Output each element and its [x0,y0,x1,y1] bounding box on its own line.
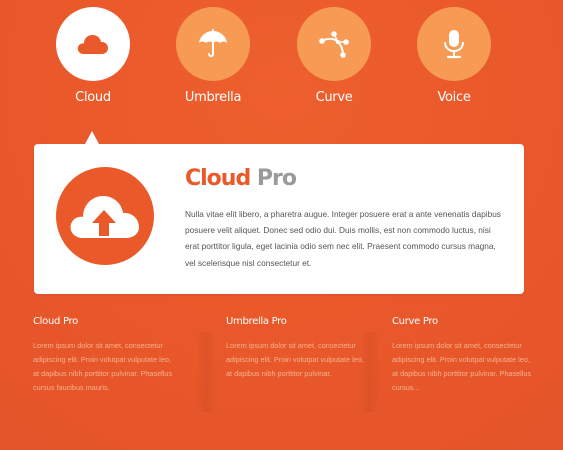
panel-title: Cloud Pro [185,166,297,191]
tab-voice-label: Voice [437,90,471,105]
column-title: Cloud Pro [33,316,78,327]
microphone-icon [442,28,466,60]
tab-umbrella-circle [176,7,250,81]
tab-umbrella[interactable]: Umbrella [176,7,250,117]
tab-curve[interactable]: Curve [297,7,371,117]
column-text: Lorem ipsum dolor sit amet, consectetur … [392,341,532,392]
column-divider [196,332,216,412]
tab-cloud-circle [56,7,130,81]
column-divider [360,332,380,412]
tab-cloud-label: Cloud [75,90,111,105]
feature-tabs: Cloud Umbrella Curve Voice [0,0,563,130]
curve-icon [318,28,350,60]
column-curve-pro: Curve Pro Lorem ipsum dolor sit amet, co… [392,316,534,395]
column-umbrella-pro: Umbrella Pro Lorem ipsum dolor sit amet,… [226,316,368,381]
column-text: Lorem ipsum dolor sit amet, consectetur … [226,341,364,378]
tab-umbrella-label: Umbrella [184,90,242,105]
column-cloud-pro: Cloud Pro Lorem ipsum dolor sit amet, co… [33,316,175,395]
feature-panel: Cloud Pro Nulla vitae elit libero, a pha… [34,131,524,294]
tab-voice[interactable]: Voice [417,7,491,117]
column-title: Umbrella Pro [226,316,287,327]
column-text: Lorem ipsum dolor sit amet, consectetur … [33,341,173,392]
feature-columns: Cloud Pro Lorem ipsum dolor sit amet, co… [0,316,563,450]
panel-title-main: Cloud [185,166,251,191]
tab-curve-label: Curve [315,90,353,105]
column-title: Curve Pro [392,316,438,327]
tab-voice-circle [417,7,491,81]
panel-title-suffix: Pro [256,166,297,191]
panel-pointer [85,131,99,144]
tab-cloud[interactable]: Cloud [56,7,130,117]
cloud-upload-icon [56,167,154,265]
panel-description: Nulla vitae elit libero, a pharetra augu… [185,209,501,268]
tab-curve-circle [297,7,371,81]
cloud-icon [76,32,110,56]
umbrella-icon [197,28,229,60]
